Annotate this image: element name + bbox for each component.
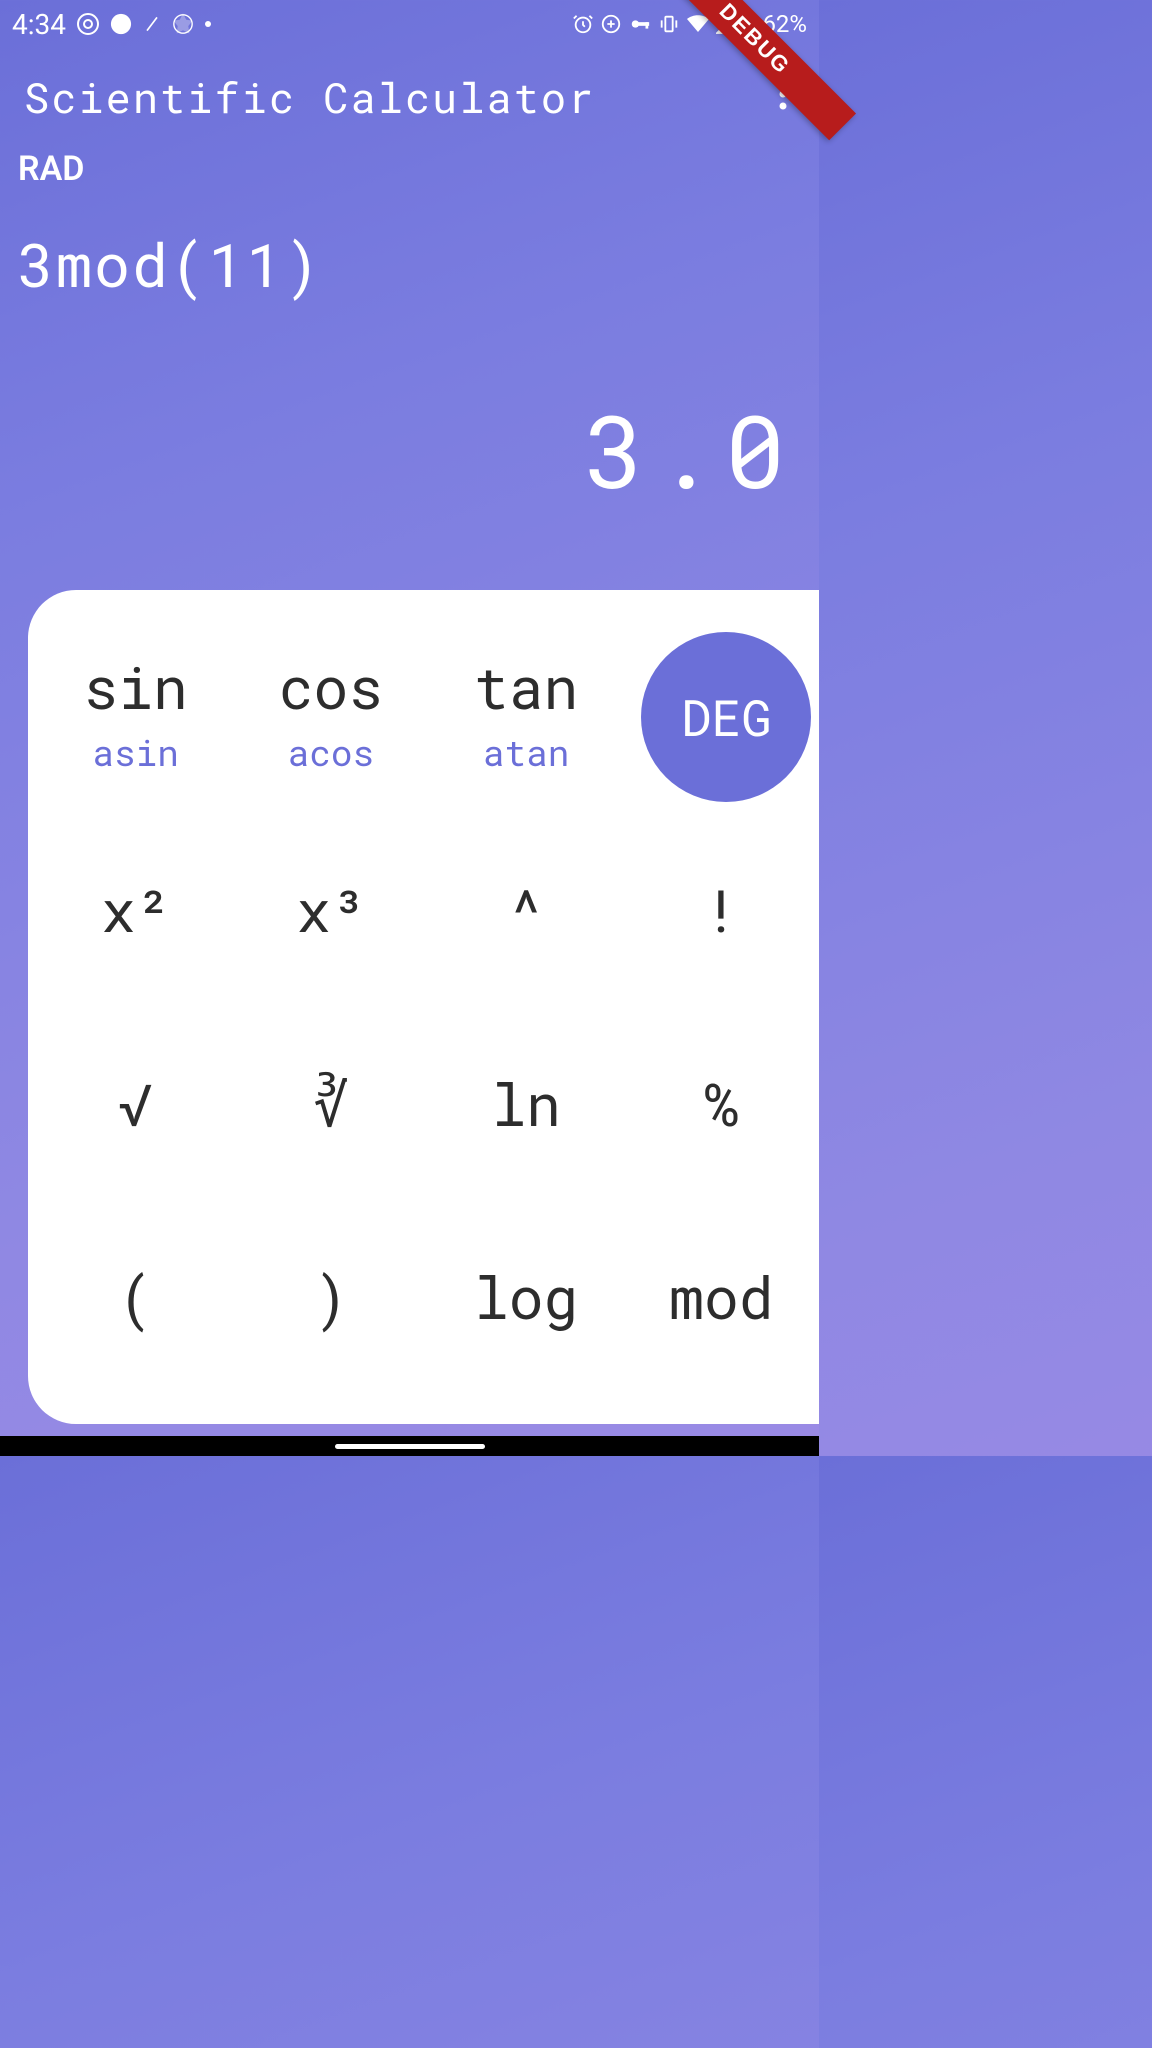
key-label: % bbox=[704, 1075, 739, 1133]
key-label: log bbox=[474, 1268, 578, 1326]
key-label: √ bbox=[118, 1075, 153, 1133]
soccer-icon bbox=[172, 13, 194, 35]
x-squared-button[interactable]: x² bbox=[38, 814, 233, 1008]
app-bar: Scientific Calculator bbox=[0, 48, 819, 137]
log-button[interactable]: log bbox=[429, 1201, 624, 1395]
mod-button[interactable]: mod bbox=[624, 1201, 819, 1395]
scientific-keypad: sin asin cos acos tan atan DEG x² x³ ^ !… bbox=[28, 590, 819, 1424]
key-label: ( bbox=[118, 1268, 153, 1326]
deg-toggle-button[interactable]: DEG bbox=[624, 620, 819, 814]
expression-display: 3mod(11) bbox=[18, 225, 801, 304]
app-title: Scientific Calculator bbox=[24, 70, 595, 125]
key-label: x² bbox=[101, 881, 171, 939]
key-label: ! bbox=[704, 881, 739, 939]
ln-button[interactable]: ln bbox=[429, 1007, 624, 1201]
navigation-bar bbox=[0, 1436, 819, 1456]
key-sublabel: acos bbox=[288, 728, 374, 776]
key-label: ) bbox=[313, 1268, 348, 1326]
key-label: DEG bbox=[641, 632, 811, 802]
key-label: x³ bbox=[296, 881, 366, 939]
key-sublabel: atan bbox=[483, 728, 569, 776]
power-button[interactable]: ^ bbox=[429, 814, 624, 1008]
key-sublabel: asin bbox=[92, 728, 178, 776]
vibrate-icon bbox=[658, 13, 680, 35]
key-label: cos bbox=[279, 658, 383, 716]
data-saver-icon bbox=[600, 13, 622, 35]
key-label: ∛ bbox=[313, 1075, 348, 1133]
slash-icon bbox=[142, 14, 162, 34]
status-left: 4:34 bbox=[12, 8, 212, 41]
right-paren-button[interactable]: ) bbox=[233, 1201, 428, 1395]
key-label: sin bbox=[83, 658, 187, 716]
result-display: 3.0 bbox=[18, 384, 801, 516]
chrome-icon bbox=[76, 12, 100, 36]
status-time: 4:34 bbox=[12, 8, 66, 41]
sqrt-button[interactable]: √ bbox=[38, 1007, 233, 1201]
key-icon bbox=[628, 13, 652, 35]
left-paren-button[interactable]: ( bbox=[38, 1201, 233, 1395]
percent-button[interactable]: % bbox=[624, 1007, 819, 1201]
circle-icon bbox=[110, 13, 132, 35]
alarm-icon bbox=[572, 13, 594, 35]
key-label: ln bbox=[491, 1075, 561, 1133]
cos-button[interactable]: cos acos bbox=[233, 620, 428, 814]
angle-mode-label: RAD bbox=[18, 149, 801, 189]
dot-icon bbox=[204, 20, 212, 28]
key-label: ^ bbox=[509, 881, 544, 939]
key-label: mod bbox=[669, 1268, 773, 1326]
cbrt-button[interactable]: ∛ bbox=[233, 1007, 428, 1201]
x-cubed-button[interactable]: x³ bbox=[233, 814, 428, 1008]
display-area: RAD 3mod(11) 3.0 bbox=[0, 137, 819, 516]
gesture-handle[interactable] bbox=[335, 1444, 485, 1449]
factorial-button[interactable]: ! bbox=[624, 814, 819, 1008]
tan-button[interactable]: tan atan bbox=[429, 620, 624, 814]
sin-button[interactable]: sin asin bbox=[38, 620, 233, 814]
key-label: tan bbox=[474, 658, 578, 716]
